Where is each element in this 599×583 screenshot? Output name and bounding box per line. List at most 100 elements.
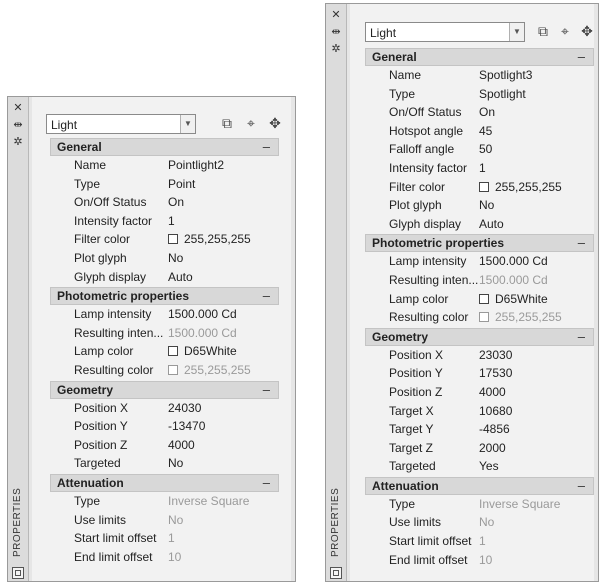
property-value[interactable]: On (479, 105, 495, 119)
property-value[interactable]: 4000 (168, 438, 195, 452)
close-icon[interactable]: ✕ (326, 9, 346, 21)
options-icon[interactable]: ✲ (326, 43, 346, 55)
section-photometric[interactable]: Photometric properties – (50, 287, 279, 306)
collapse-icon[interactable]: – (578, 329, 585, 344)
property-row[interactable]: Type Spotlight (365, 85, 594, 104)
property-value[interactable]: Auto (168, 270, 193, 284)
property-row[interactable]: Position Z 4000 (50, 436, 279, 455)
property-value[interactable]: 50 (479, 142, 492, 156)
property-row[interactable]: Lamp color D65White (50, 342, 279, 361)
chevron-down-icon[interactable]: ▼ (509, 23, 524, 41)
property-row[interactable]: Lamp intensity 1500.000 Cd (365, 252, 594, 271)
property-row[interactable]: Target X 10680 (365, 402, 594, 421)
property-row[interactable]: Position X 23030 (365, 346, 594, 365)
property-value[interactable]: 24030 (168, 401, 201, 415)
property-value[interactable]: Spotlight (479, 87, 526, 101)
property-row[interactable]: Position Y -13470 (50, 417, 279, 436)
object-type-dropdown[interactable]: Light ▼ (46, 114, 196, 134)
property-value[interactable]: 255,255,255 (168, 232, 251, 246)
property-row: Type Inverse Square (50, 492, 279, 511)
property-value[interactable]: 10680 (479, 404, 512, 418)
property-row[interactable]: Name Pointlight2 (50, 156, 279, 175)
toggle-pickadd-icon[interactable]: ⧉ (218, 114, 236, 132)
property-row[interactable]: Position Z 4000 (365, 383, 594, 402)
section-general[interactable]: General – (365, 48, 594, 66)
property-value-text: Auto (479, 216, 504, 231)
property-value[interactable]: Point (168, 177, 195, 191)
property-value[interactable]: No (168, 456, 183, 470)
autohide-icon[interactable]: ⇹ (8, 119, 28, 131)
property-value: 1 (479, 534, 486, 548)
property-value[interactable]: 255,255,255 (479, 180, 562, 194)
quick-select-icon[interactable]: ✥ (266, 114, 284, 132)
property-row[interactable]: On/Off Status On (50, 193, 279, 212)
collapse-icon[interactable]: – (263, 139, 270, 154)
property-value[interactable]: Yes (479, 459, 499, 473)
property-row[interactable]: Filter color 255,255,255 (365, 178, 594, 197)
property-row[interactable]: Plot glyph No (50, 249, 279, 268)
property-value[interactable]: 45 (479, 124, 492, 138)
property-value[interactable]: -4856 (479, 422, 510, 436)
property-value[interactable]: -13470 (168, 419, 205, 433)
select-objects-icon[interactable]: ⌖ (556, 22, 574, 40)
property-value[interactable]: 17530 (479, 366, 512, 380)
object-type-dropdown[interactable]: Light ▼ (365, 22, 525, 42)
property-value[interactable]: Auto (479, 217, 504, 231)
property-row[interactable]: Intensity factor 1 (365, 159, 594, 178)
section-general[interactable]: General – (50, 138, 279, 156)
property-row[interactable]: Intensity factor 1 (50, 212, 279, 231)
autohide-icon[interactable]: ⇹ (326, 26, 346, 38)
property-row[interactable]: Lamp intensity 1500.000 Cd (50, 305, 279, 324)
property-row[interactable]: Glyph display Auto (365, 215, 594, 234)
collapse-icon[interactable]: – (263, 382, 270, 397)
collapse-icon[interactable]: – (263, 288, 270, 303)
property-value[interactable]: On (168, 195, 184, 209)
property-row[interactable]: Falloff angle 50 (365, 140, 594, 159)
property-value[interactable]: 1500.000 Cd (479, 254, 548, 268)
property-row[interactable]: Lamp color D65White (365, 290, 594, 309)
property-value[interactable]: No (168, 251, 183, 265)
property-value[interactable]: 1 (168, 214, 175, 228)
property-value[interactable]: Spotlight3 (479, 68, 532, 82)
close-icon[interactable]: ✕ (8, 102, 28, 114)
property-value: 10 (168, 550, 181, 564)
toggle-pickadd-icon[interactable]: ⧉ (534, 22, 552, 40)
property-row[interactable]: Target Z 2000 (365, 439, 594, 458)
collapse-icon[interactable]: – (578, 478, 585, 493)
property-value[interactable]: 23030 (479, 348, 512, 362)
property-row[interactable]: Glyph display Auto (50, 268, 279, 287)
select-objects-icon[interactable]: ⌖ (242, 114, 260, 132)
options-icon[interactable]: ✲ (8, 136, 28, 148)
collapse-icon[interactable]: – (578, 235, 585, 250)
property-row[interactable]: Filter color 255,255,255 (50, 230, 279, 249)
property-value[interactable]: D65White (168, 344, 237, 358)
section-geometry[interactable]: Geometry – (365, 327, 594, 346)
property-row[interactable]: On/Off Status On (365, 103, 594, 122)
property-row[interactable]: Hotspot angle 45 (365, 122, 594, 141)
property-row[interactable]: Type Point (50, 175, 279, 194)
section-photometric[interactable]: Photometric properties – (365, 234, 594, 253)
chevron-down-icon[interactable]: ▼ (180, 115, 195, 133)
property-row[interactable]: Targeted Yes (365, 457, 594, 476)
property-row[interactable]: Position X 24030 (50, 399, 279, 418)
property-value[interactable]: 4000 (479, 385, 506, 399)
section-geometry[interactable]: Geometry – (50, 380, 279, 399)
collapse-icon[interactable]: – (263, 475, 270, 490)
property-value-text: 1 (168, 213, 175, 228)
collapse-icon[interactable]: – (578, 49, 585, 64)
property-value[interactable]: 1500.000 Cd (168, 307, 237, 321)
property-value[interactable]: No (479, 198, 494, 212)
property-row[interactable]: Targeted No (50, 454, 279, 473)
property-row[interactable]: Plot glyph No (365, 196, 594, 215)
property-value[interactable]: 1 (479, 161, 486, 175)
property-value[interactable]: Pointlight2 (168, 158, 224, 172)
property-row[interactable]: Name Spotlight3 (365, 66, 594, 85)
section-attenuation[interactable]: Attenuation – (50, 473, 279, 492)
section-attenuation[interactable]: Attenuation – (365, 476, 594, 495)
property-row[interactable]: Position Y 17530 (365, 364, 594, 383)
property-row[interactable]: Target Y -4856 (365, 420, 594, 439)
property-value-text: Pointlight2 (168, 158, 225, 172)
quick-select-icon[interactable]: ✥ (578, 22, 596, 40)
property-value[interactable]: D65White (479, 292, 548, 306)
property-value[interactable]: 2000 (479, 441, 506, 455)
